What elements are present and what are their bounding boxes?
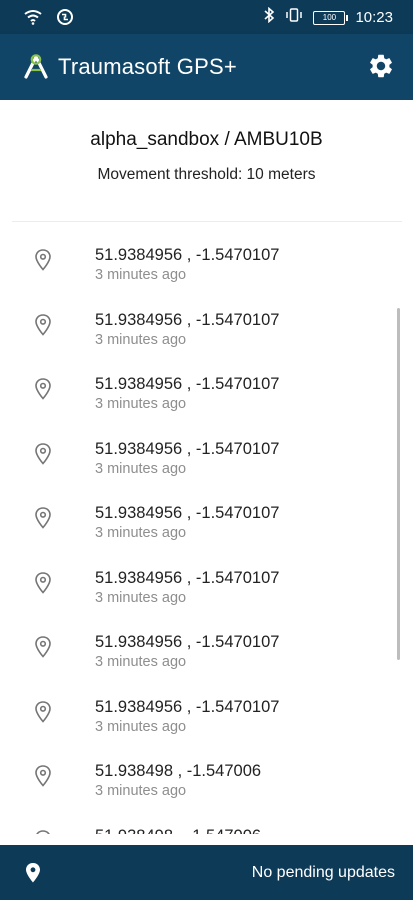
location-coords: 51.938498 , -1.547006 (95, 825, 261, 835)
location-list[interactable]: 51.9384956 , -1.5470107 3 minutes ago 51… (0, 222, 413, 834)
location-coords: 51.9384956 , -1.5470107 (95, 633, 280, 651)
location-time: 3 minutes ago (95, 267, 187, 283)
location-item[interactable]: 51.9384956 , -1.5470107 3 minutes ago (0, 545, 413, 610)
location-item[interactable]: 51.938498 , -1.547006 (0, 803, 413, 835)
sync-icon (56, 8, 74, 31)
bottom-status-bar: No pending updates (0, 845, 413, 900)
location-coords: 51.9384956 , -1.5470107 (95, 375, 280, 393)
location-pin-icon (33, 635, 53, 659)
bluetooth-icon (263, 6, 275, 28)
location-time: 3 minutes ago (95, 331, 187, 348)
location-pin-icon (33, 829, 53, 834)
gear-icon[interactable] (367, 52, 395, 80)
location-coords: 51.938498 , -1.547006 (95, 762, 262, 780)
location-coords: 51.9384956 , -1.5470107 (95, 439, 280, 458)
app-bar: Traumasoft GPS+ (0, 34, 413, 100)
location-coords: 51.9384956 , -1.5470107 (95, 246, 280, 264)
traumasoft-logo-icon (23, 53, 49, 84)
location-item[interactable]: 51.9384956 , -1.5470107 3 minutes ago (0, 416, 413, 481)
location-pin-icon (33, 248, 53, 272)
location-time: 3 minutes ago (95, 460, 187, 477)
location-item[interactable]: 51.9384956 , -1.5470107 3 minutes ago (0, 674, 413, 739)
location-time: 3 minutes ago (95, 783, 187, 799)
account-header: alpha_sandbox / AMBU10B Movement thresho… (0, 100, 413, 221)
location-pin-icon (33, 764, 53, 788)
location-time: 3 minutes ago (95, 396, 187, 412)
location-coords: 51.9384956 , -1.5470107 (95, 310, 280, 329)
list-scrollbar[interactable] (397, 308, 400, 660)
location-item[interactable]: 51.938498 , -1.547006 3 minutes ago (0, 738, 413, 803)
vibrate-icon (285, 8, 303, 27)
app-title: Traumasoft GPS+ (58, 54, 237, 79)
location-time: 3 minutes ago (95, 654, 187, 670)
status-bar: 100 10:23 (0, 0, 413, 34)
location-item[interactable]: 51.9384956 , -1.5470107 3 minutes ago (0, 222, 413, 287)
location-item[interactable]: 51.9384956 , -1.5470107 3 minutes ago (0, 287, 413, 352)
location-pin-icon (33, 571, 53, 595)
location-coords: 51.9384956 , -1.5470107 (95, 697, 280, 716)
pending-updates-status: No pending updates (251, 864, 395, 881)
location-time: 3 minutes ago (95, 718, 187, 735)
battery-icon: 100 (313, 10, 349, 25)
account-title: alpha_sandbox / AMBU10B (90, 129, 323, 150)
location-item[interactable]: 51.9384956 , -1.5470107 3 minutes ago (0, 480, 413, 545)
location-time: 3 minutes ago (95, 525, 187, 541)
location-pin-icon (33, 377, 53, 401)
location-pin-icon (33, 442, 53, 466)
location-item[interactable]: 51.9384956 , -1.5470107 3 minutes ago (0, 351, 413, 416)
location-pin-icon (33, 506, 53, 530)
location-item[interactable]: 51.9384956 , -1.5470107 3 minutes ago (0, 609, 413, 674)
location-pin-icon (24, 862, 42, 884)
movement-threshold: Movement threshold: 10 meters (97, 166, 316, 183)
location-pin-icon (33, 313, 53, 337)
clock: 10:23 (355, 8, 393, 26)
location-coords: 51.9384956 , -1.5470107 (95, 568, 280, 587)
location-pin-icon (33, 700, 53, 724)
location-coords: 51.9384956 , -1.5470107 (95, 504, 280, 522)
wifi-icon (24, 9, 42, 30)
location-time: 3 minutes ago (95, 589, 187, 606)
